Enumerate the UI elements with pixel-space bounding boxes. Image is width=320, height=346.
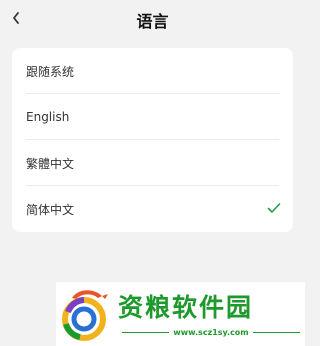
language-label: English xyxy=(26,110,70,124)
divider xyxy=(122,332,170,333)
top-bar: 语言 xyxy=(0,0,305,38)
language-label: 繁體中文 xyxy=(26,156,75,171)
divider xyxy=(252,332,300,333)
watermark-name: 资粮软件园 xyxy=(118,293,254,322)
language-list: 跟随系统 English 繁體中文 简体中文 xyxy=(12,48,293,232)
watermark-logo-icon xyxy=(62,290,108,341)
language-option-traditional-chinese[interactable]: 繁體中文 xyxy=(12,140,293,186)
language-option-english[interactable]: English xyxy=(12,94,293,140)
language-option-follow-system[interactable]: 跟随系统 xyxy=(12,48,293,94)
watermark-url-row: www.scz1sy.com xyxy=(118,328,304,337)
language-option-simplified-chinese[interactable]: 简体中文 xyxy=(12,186,293,232)
page-title: 语言 xyxy=(136,12,169,31)
watermark-url: www.scz1sy.com xyxy=(173,328,249,337)
checkmark-icon xyxy=(267,203,281,213)
language-label: 简体中文 xyxy=(26,202,75,217)
language-label: 跟随系统 xyxy=(26,64,75,79)
